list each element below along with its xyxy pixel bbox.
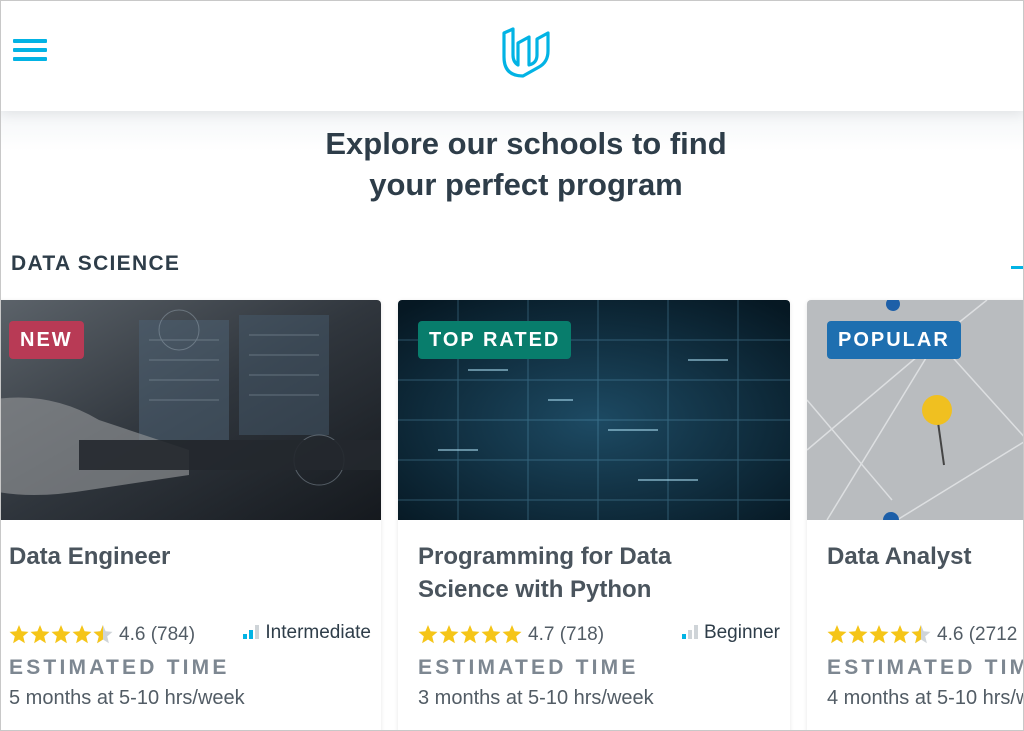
- rating-row: 4.7 (718) Beginner: [418, 622, 788, 646]
- level-text: Beginner: [703, 622, 780, 643]
- carousel-indicator[interactable]: [1011, 266, 1023, 269]
- badge-new: NEW: [9, 321, 84, 359]
- card-title-line-2: Science with Python: [418, 576, 652, 603]
- badge-popular: POPULAR: [827, 321, 961, 359]
- rating-value: 4.6 (2712: [937, 624, 1018, 645]
- card-title[interactable]: Data Engineer: [9, 540, 379, 573]
- estimated-time-label: ESTIMATED TIME: [418, 656, 639, 679]
- heading-line-2: your perfect program: [369, 167, 683, 202]
- card-title-line-1: Programming for Data: [418, 543, 672, 570]
- level-text: Intermediate: [265, 622, 371, 643]
- card-title[interactable]: Data Analyst: [827, 540, 1023, 573]
- card-title[interactable]: Programming for Data Science with Python: [418, 540, 788, 606]
- school-title: DATA SCIENCE: [11, 252, 181, 275]
- star-rating-icon: [9, 625, 114, 645]
- estimated-time-value: 5 months at 5-10 hrs/week: [9, 687, 245, 709]
- program-card-data-engineer[interactable]: NEW Data Engineer 4.6 (784) Intermediate…: [1, 300, 381, 730]
- rating-row: 4.6 (784) Intermediate: [9, 622, 379, 646]
- estimated-time-value: 3 months at 5-10 hrs/week: [418, 687, 654, 709]
- estimated-time-label: ESTIMATED TIME: [827, 656, 1023, 679]
- top-header: [1, 1, 1023, 111]
- level-label: Beginner: [681, 622, 780, 644]
- star-rating-icon: [827, 625, 932, 645]
- rating-row: 4.6 (2712: [827, 622, 1023, 646]
- estimated-time-label: ESTIMATED TIME: [9, 656, 230, 679]
- badge-top-rated: TOP RATED: [418, 321, 572, 359]
- heading-line-1: Explore our schools to find: [325, 126, 727, 161]
- star-rating-icon: [418, 625, 523, 645]
- hamburger-menu-icon[interactable]: [13, 39, 49, 65]
- program-card-data-analyst[interactable]: POPULAR Data Analyst 4.6 (2712 ESTIMATED…: [807, 300, 1023, 730]
- level-label: Intermediate: [243, 622, 371, 644]
- page-heading: Explore our schools to find your perfect…: [1, 123, 1023, 205]
- rating-value: 4.7 (718): [528, 624, 605, 645]
- level-intermediate-icon: [243, 625, 260, 639]
- estimated-time-value: 4 months at 5-10 hrs/week: [827, 687, 1023, 709]
- page-frame: Explore our schools to find your perfect…: [0, 0, 1024, 731]
- rating-value: 4.6 (784): [119, 624, 196, 645]
- udacity-logo-icon[interactable]: [499, 27, 553, 81]
- main-content: Explore our schools to find your perfect…: [1, 111, 1023, 730]
- level-beginner-icon: [681, 625, 698, 639]
- program-card-programming-python[interactable]: TOP RATED Programming for Data Science w…: [398, 300, 790, 730]
